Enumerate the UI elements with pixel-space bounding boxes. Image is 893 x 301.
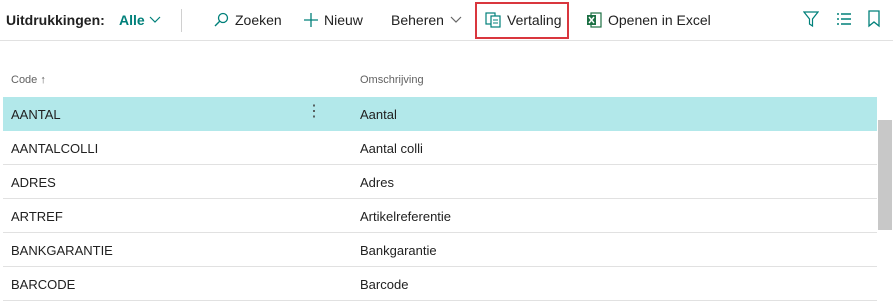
scrollbar-thumb[interactable] bbox=[878, 120, 892, 230]
manage-menu-button[interactable]: Beheren bbox=[391, 12, 462, 28]
translate-button-label: Vertaling bbox=[507, 12, 562, 28]
data-grid: AANTAL ⋮ Aantal AANTALCOLLI Aantal colli ADRE… bbox=[3, 97, 877, 301]
view-selector[interactable]: Alle bbox=[119, 12, 161, 28]
cell-description[interactable]: Aantal bbox=[360, 107, 397, 122]
chevron-down-icon bbox=[450, 16, 462, 24]
cell-description[interactable]: Adres bbox=[360, 175, 394, 190]
cell-description[interactable]: Artikelreferentie bbox=[360, 209, 451, 224]
plus-icon bbox=[304, 13, 318, 27]
cell-description[interactable]: Aantal colli bbox=[360, 141, 423, 156]
table-row[interactable]: AANTALCOLLI Aantal colli bbox=[3, 131, 877, 165]
cell-description[interactable]: Bankgarantie bbox=[360, 243, 437, 258]
new-button[interactable]: Nieuw bbox=[304, 12, 363, 28]
excel-button-label: Openen in Excel bbox=[608, 12, 711, 28]
toolbar-divider bbox=[181, 9, 182, 32]
cell-code[interactable]: AANTALCOLLI bbox=[11, 141, 98, 156]
view-label: Alle bbox=[119, 12, 145, 28]
manage-button-label: Beheren bbox=[391, 12, 444, 28]
cell-description[interactable]: Barcode bbox=[360, 277, 408, 292]
cell-code[interactable]: BARCODE bbox=[11, 277, 75, 292]
new-button-label: Nieuw bbox=[324, 12, 363, 28]
cell-code[interactable]: ADRES bbox=[11, 175, 56, 190]
chevron-down-icon bbox=[149, 16, 161, 24]
row-actions-icon[interactable]: ⋮ bbox=[306, 104, 322, 120]
translate-button[interactable]: Vertaling bbox=[485, 12, 561, 28]
column-header-code-label: Code bbox=[11, 74, 38, 86]
column-header-code[interactable]: Code ↑ bbox=[11, 74, 46, 86]
excel-icon bbox=[586, 12, 602, 28]
table-row[interactable]: BANKGARANTIE Bankgarantie bbox=[3, 233, 877, 267]
cell-code[interactable]: AANTAL bbox=[11, 107, 61, 122]
table-row[interactable]: AANTAL ⋮ Aantal bbox=[3, 97, 877, 131]
sort-ascending-icon: ↑ bbox=[40, 74, 46, 86]
search-button-label: Zoeken bbox=[235, 12, 282, 28]
column-header-description[interactable]: Omschrijving bbox=[360, 74, 424, 86]
filter-icon[interactable] bbox=[802, 10, 820, 33]
open-in-excel-button[interactable]: Openen in Excel bbox=[586, 12, 711, 28]
table-row[interactable]: BARCODE Barcode bbox=[3, 267, 877, 301]
search-icon bbox=[213, 12, 229, 28]
cell-code[interactable]: BANKGARANTIE bbox=[11, 243, 113, 258]
action-bar: Uitdrukkingen: Alle Zoeken Nieuw Beheren bbox=[0, 0, 893, 41]
table-row[interactable]: ADRES Adres bbox=[3, 165, 877, 199]
translate-icon bbox=[485, 12, 501, 28]
list-icon[interactable] bbox=[836, 10, 852, 33]
bookmark-icon[interactable] bbox=[868, 10, 880, 33]
page-title: Uitdrukkingen: bbox=[6, 12, 105, 28]
table-row[interactable]: ARTREF Artikelreferentie bbox=[3, 199, 877, 233]
cell-code[interactable]: ARTREF bbox=[11, 209, 63, 224]
search-button[interactable]: Zoeken bbox=[213, 12, 282, 28]
